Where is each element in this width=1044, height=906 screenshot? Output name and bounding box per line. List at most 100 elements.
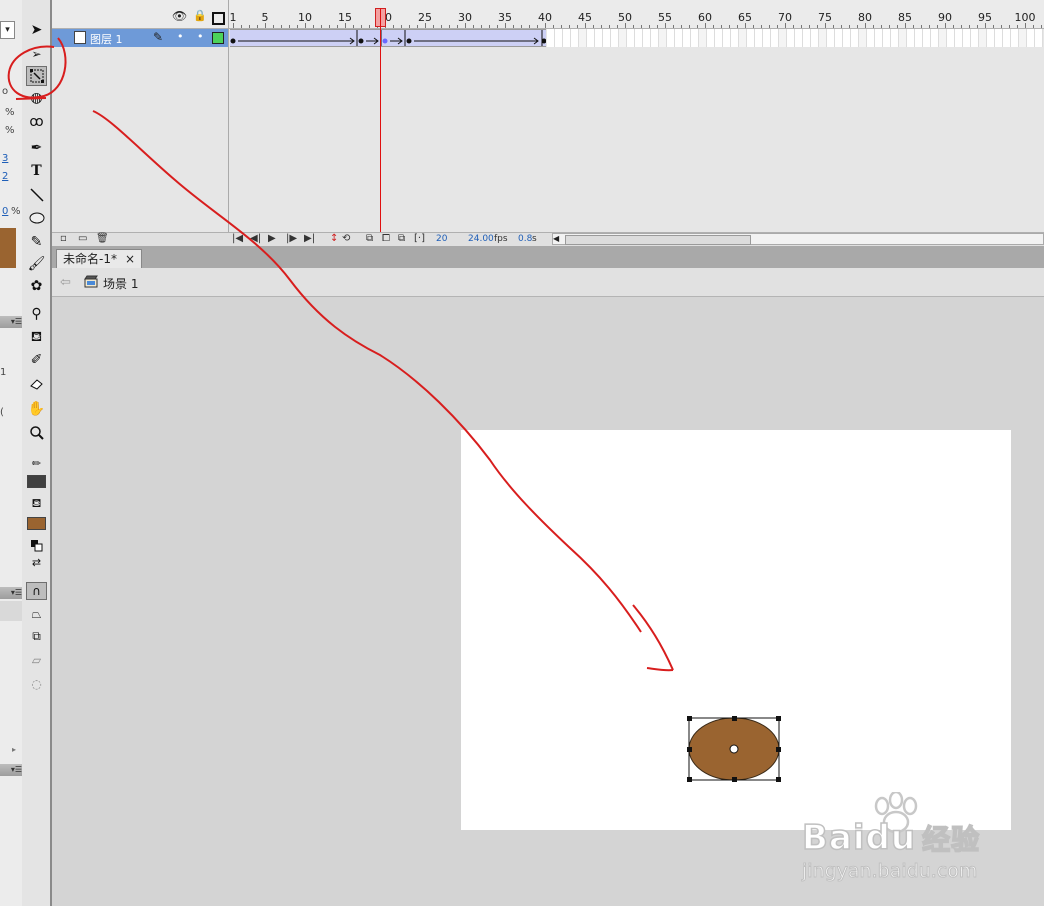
stroke-color-swatch[interactable] [27, 475, 46, 488]
frame-cell[interactable] [667, 29, 675, 47]
frame-cell[interactable] [795, 29, 803, 47]
prev-frame-button[interactable]: ◀| [250, 233, 261, 244]
frame-cell[interactable] [1035, 29, 1043, 47]
panel-header[interactable]: ▾☰ [0, 316, 22, 328]
rotate-skew-button[interactable]: ⏢ [26, 604, 47, 624]
lasso-tool[interactable]: ꝏ [26, 112, 47, 132]
frame-cell[interactable] [1019, 29, 1027, 47]
frame-cell[interactable] [619, 29, 627, 47]
frame-cell[interactable] [747, 29, 755, 47]
frame-cell[interactable] [971, 29, 979, 47]
frame-cell[interactable] [771, 29, 779, 47]
timeline-scrollbar[interactable]: ◀ [552, 233, 1044, 245]
frame-cell[interactable] [899, 29, 907, 47]
close-icon[interactable]: × [125, 250, 135, 269]
frame-cell[interactable] [811, 29, 819, 47]
panel-header[interactable]: ▾☰ [0, 587, 22, 599]
eyedropper-tool[interactable]: ✐ [26, 350, 47, 370]
frame-cell[interactable] [955, 29, 963, 47]
frame-cell[interactable] [787, 29, 795, 47]
fill-color-tool[interactable]: ⛾ [26, 494, 47, 514]
frame-cell[interactable] [563, 29, 571, 47]
frame-cell[interactable] [979, 29, 987, 47]
distort-button[interactable]: ▱ [26, 650, 47, 670]
panel-dropdown[interactable]: ▾ [0, 21, 15, 39]
frame-cell[interactable] [635, 29, 643, 47]
frame-cell[interactable] [587, 29, 595, 47]
frame-cell[interactable] [867, 29, 875, 47]
frame-cell[interactable] [699, 29, 707, 47]
frame-cell[interactable] [571, 29, 579, 47]
new-layer-icon[interactable]: ▫ [60, 233, 67, 244]
frame-cell[interactable] [555, 29, 563, 47]
paint-bucket-tool[interactable]: ⛾ [26, 328, 47, 348]
frame-cell[interactable] [875, 29, 883, 47]
visibility-dot[interactable]: • [177, 30, 184, 43]
color-swatch[interactable] [0, 228, 16, 268]
zoom-tool[interactable] [26, 423, 47, 443]
frame-cell[interactable] [643, 29, 651, 47]
play-button[interactable]: ▶ [268, 233, 276, 244]
frame-cell[interactable] [627, 29, 635, 47]
layer-name[interactable]: 图层 1 [90, 31, 123, 47]
frame-cell[interactable] [835, 29, 843, 47]
text-tool[interactable]: T [26, 161, 47, 181]
frame-cell[interactable] [819, 29, 827, 47]
frame-cell[interactable] [691, 29, 699, 47]
snap-to-objects-button[interactable]: ∩ [26, 582, 47, 600]
value-link[interactable]: 0 [2, 206, 8, 217]
first-frame-button[interactable]: |◀ [232, 233, 243, 244]
frame-cell[interactable] [579, 29, 587, 47]
3d-rotation-tool[interactable]: ◍ [26, 88, 47, 108]
bone-tool[interactable]: ⚲ [26, 304, 47, 324]
document-tab-title[interactable]: 未命名-1* [63, 250, 117, 269]
pencil-tool[interactable]: ✎ [26, 232, 47, 252]
frame-cell[interactable] [843, 29, 851, 47]
subselection-tool[interactable]: ➢ [26, 44, 47, 64]
stage-canvas[interactable] [461, 430, 1011, 830]
hand-tool[interactable]: ✋ [26, 399, 47, 419]
stroke-color-tool[interactable]: ✏ [26, 453, 47, 473]
center-frame-icon[interactable]: ↕ [330, 233, 338, 244]
scale-button[interactable]: ⧉ [26, 626, 47, 646]
frame-cell[interactable] [907, 29, 915, 47]
last-frame-button[interactable]: ▶| [304, 233, 315, 244]
frame-cell[interactable] [779, 29, 787, 47]
frame-cell[interactable] [995, 29, 1003, 47]
frame-cell[interactable] [651, 29, 659, 47]
fps-value[interactable]: 24.00 [468, 234, 494, 244]
new-folder-icon[interactable]: ▭ [78, 233, 87, 244]
delete-layer-icon[interactable]: 🗑 [96, 233, 109, 244]
onion-outline-icon[interactable]: ⧠ [382, 233, 390, 244]
value-link[interactable]: 2 [2, 171, 8, 182]
scroll-arrow-icon[interactable]: ▸ [12, 745, 16, 754]
frame-cell[interactable] [987, 29, 995, 47]
frame-cell[interactable] [547, 29, 555, 47]
frames-area[interactable]: 1510152025303540455055606570758085909510… [228, 0, 1044, 232]
frame-cell[interactable] [931, 29, 939, 47]
frame-cell[interactable] [1027, 29, 1035, 47]
frame-cell[interactable] [891, 29, 899, 47]
onion-markers-icon[interactable]: [·] [414, 233, 425, 244]
frame-cell[interactable] [659, 29, 667, 47]
frame-cell[interactable] [707, 29, 715, 47]
envelope-button[interactable]: ◌ [26, 674, 47, 694]
next-frame-button[interactable]: |▶ [286, 233, 297, 244]
frame-cell[interactable] [595, 29, 603, 47]
value-link[interactable]: 3 [2, 153, 8, 164]
current-frame[interactable]: 20 [436, 234, 447, 244]
scene-label[interactable]: 场景 1 [103, 275, 138, 292]
scrollbar-thumb[interactable] [565, 235, 751, 245]
frame-cell[interactable] [963, 29, 971, 47]
frame-cell[interactable] [611, 29, 619, 47]
oval-tool[interactable] [26, 208, 47, 228]
loop-icon[interactable]: ⟲ [342, 233, 350, 244]
edit-multiple-icon[interactable]: ⧉ [398, 233, 405, 244]
frame-cell[interactable] [827, 29, 835, 47]
frame-ruler[interactable]: 1510152025303540455055606570758085909510… [229, 0, 1044, 28]
frame-cell[interactable] [739, 29, 747, 47]
eraser-tool[interactable] [26, 373, 47, 393]
free-transform-tool[interactable] [26, 66, 47, 86]
selection-tool[interactable]: ➤ [26, 20, 47, 40]
line-tool[interactable] [26, 185, 47, 205]
